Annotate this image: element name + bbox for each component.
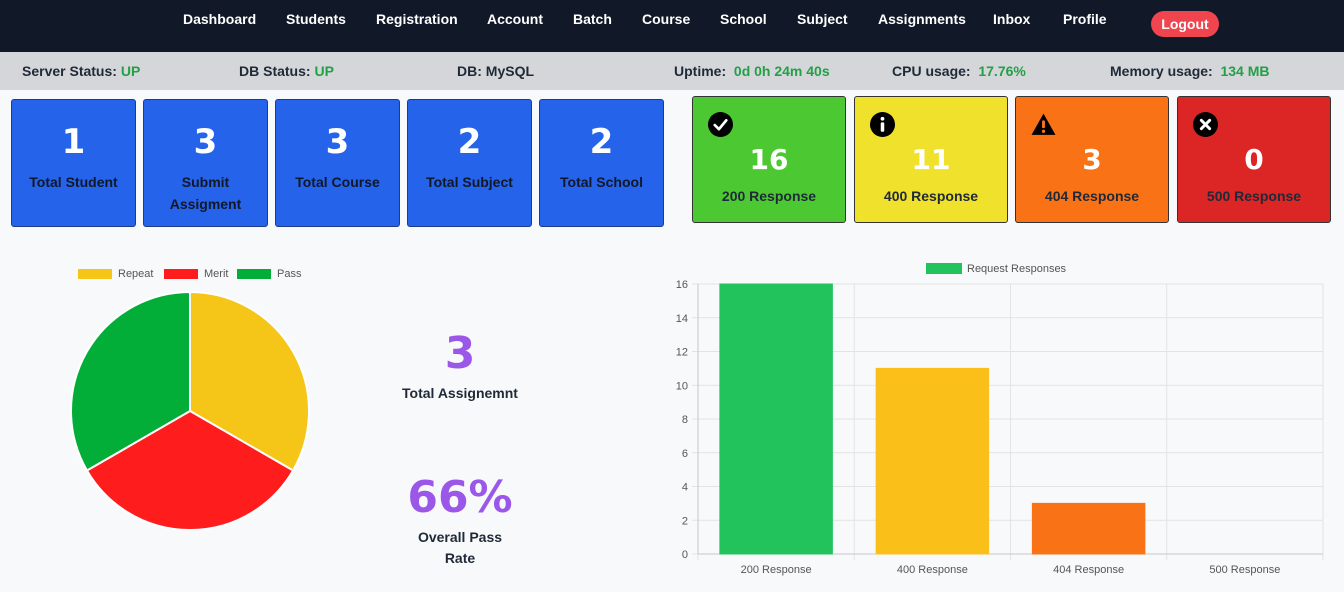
total-assignment-label: Total Assignemnt xyxy=(402,385,518,401)
pie-legend-pass[interactable]: Pass xyxy=(237,268,301,280)
card-value: 1 xyxy=(61,122,86,162)
nav-batch[interactable]: Batch xyxy=(573,11,612,27)
response-count: 3 xyxy=(1082,143,1102,176)
nav-inbox[interactable]: Inbox xyxy=(993,11,1030,27)
card-label: Total Student xyxy=(29,174,118,190)
card-total-school[interactable]: 2 Total School xyxy=(539,99,664,227)
nav-students[interactable]: Students xyxy=(286,11,346,27)
y-tick-label: 4 xyxy=(682,482,688,494)
db-type-value: MySQL xyxy=(485,63,535,79)
bar-legend[interactable]: Request Responses xyxy=(926,263,1067,275)
response-label: 404 Response xyxy=(1044,188,1140,204)
nav-account[interactable]: Account xyxy=(487,11,543,27)
memory-usage-value: 134 MB xyxy=(1220,63,1270,79)
cpu-usage: CPU usage: 17.76% xyxy=(892,63,1026,79)
total-assignment-value: 3 xyxy=(444,328,476,379)
response-label: 500 Response xyxy=(1206,188,1302,204)
y-tick-label: 12 xyxy=(676,347,688,359)
pie-legend-repeat[interactable]: Repeat xyxy=(78,268,153,280)
legend-swatch xyxy=(78,269,112,279)
response-card-404[interactable]: 3 404 Response xyxy=(1015,96,1169,223)
assignment-pie-chart xyxy=(70,290,310,531)
server-status-label: Server Status: xyxy=(22,63,117,79)
bar-404[interactable] xyxy=(1031,502,1146,555)
legend-label: Repeat xyxy=(118,268,154,280)
warning-triangle-icon xyxy=(1031,113,1056,135)
nav-school[interactable]: School xyxy=(720,11,767,27)
response-label: 400 Response xyxy=(883,188,979,204)
legend-label: Request Responses xyxy=(967,263,1067,275)
response-label: 200 Response xyxy=(721,188,817,204)
db-status-value: UP xyxy=(314,63,334,79)
card-submit-assignment[interactable]: 3 Submit Assigment xyxy=(143,99,268,227)
db-status: DB Status: UP xyxy=(239,63,334,79)
uptime-label: Uptime: xyxy=(674,63,727,79)
memory-usage-label: Memory usage: xyxy=(1110,63,1213,79)
response-card-400[interactable]: 11 400 Response xyxy=(854,96,1008,223)
x-tick-label: 400 Response xyxy=(897,564,968,576)
y-tick-label: 0 xyxy=(682,549,688,561)
card-total-student[interactable]: 1 Total Student xyxy=(11,99,136,227)
logout-button[interactable]: Logout xyxy=(1151,11,1219,37)
card-value: 3 xyxy=(325,122,350,162)
nav-subject[interactable]: Subject xyxy=(797,11,848,27)
cpu-usage-label: CPU usage: xyxy=(892,63,971,79)
y-tick-label: 16 xyxy=(676,279,688,291)
nav-course[interactable]: Course xyxy=(642,11,690,27)
card-label: Total Course xyxy=(295,174,380,190)
response-count: 0 xyxy=(1244,143,1264,176)
card-value: 3 xyxy=(193,122,218,162)
legend-swatch xyxy=(926,263,962,274)
x-circle-icon xyxy=(1193,112,1218,137)
pass-rate-value: 66% xyxy=(407,472,513,523)
card-label: Submit Assigment xyxy=(169,174,242,212)
y-tick-label: 8 xyxy=(682,414,688,426)
x-tick-label: 200 Response xyxy=(741,564,812,576)
y-tick-label: 6 xyxy=(682,448,688,460)
legend-swatch xyxy=(237,269,271,279)
top-navbar: Dashboard Students Registration Account … xyxy=(0,0,1344,52)
pass-rate-label: Overall Pass Rate xyxy=(417,529,503,566)
db-status-label: DB Status: xyxy=(239,63,311,79)
legend-swatch xyxy=(164,269,198,279)
nav-assignments[interactable]: Assignments xyxy=(878,11,966,27)
uptime-value: 0d 0h 24m 40s xyxy=(733,63,830,79)
response-card-200[interactable]: 16 200 Response xyxy=(692,96,846,223)
x-tick-label: 500 Response xyxy=(1209,564,1280,576)
y-tick-label: 14 xyxy=(676,313,688,325)
legend-label: Merit xyxy=(204,268,229,280)
x-tick-label: 404 Response xyxy=(1053,564,1124,576)
server-status: Server Status: UP xyxy=(22,63,140,79)
cpu-usage-value: 17.76% xyxy=(978,63,1026,79)
card-value: 2 xyxy=(457,122,482,162)
check-circle-icon xyxy=(708,112,733,137)
y-tick-label: 10 xyxy=(676,380,688,392)
response-count: 11 xyxy=(911,143,951,176)
db-type-label: DB: xyxy=(457,63,482,79)
request-responses-bar-chart: Request Responses 0 2 4 6 8 10 12 14 16 200 Respon… xyxy=(676,263,1324,576)
nav-registration[interactable]: Registration xyxy=(376,11,458,27)
status-bar: Server Status: UP DB Status: UP DB: MySQ… xyxy=(0,52,1344,90)
nav-profile[interactable]: Profile xyxy=(1063,11,1107,27)
y-tick-label: 2 xyxy=(682,515,688,527)
response-count: 16 xyxy=(749,143,789,176)
bar-200[interactable] xyxy=(719,283,833,555)
info-circle-icon xyxy=(870,112,895,137)
pie-legend-merit[interactable]: Merit xyxy=(164,268,228,280)
memory-usage: Memory usage: 134 MB xyxy=(1110,63,1270,79)
card-label: Total Subject xyxy=(426,174,513,190)
legend-label: Pass xyxy=(277,268,302,280)
card-label: Total School xyxy=(560,174,643,190)
nav-dashboard[interactable]: Dashboard xyxy=(183,11,256,27)
uptime: Uptime: 0d 0h 24m 40s xyxy=(674,63,830,79)
card-value: 2 xyxy=(589,122,614,162)
db-type: DB: MySQL xyxy=(457,63,534,79)
card-total-course[interactable]: 3 Total Course xyxy=(275,99,400,227)
bar-400[interactable] xyxy=(875,367,990,555)
server-status-value: UP xyxy=(120,63,141,79)
response-card-500[interactable]: 0 500 Response xyxy=(1177,96,1331,223)
card-total-subject[interactable]: 2 Total Subject xyxy=(407,99,532,227)
